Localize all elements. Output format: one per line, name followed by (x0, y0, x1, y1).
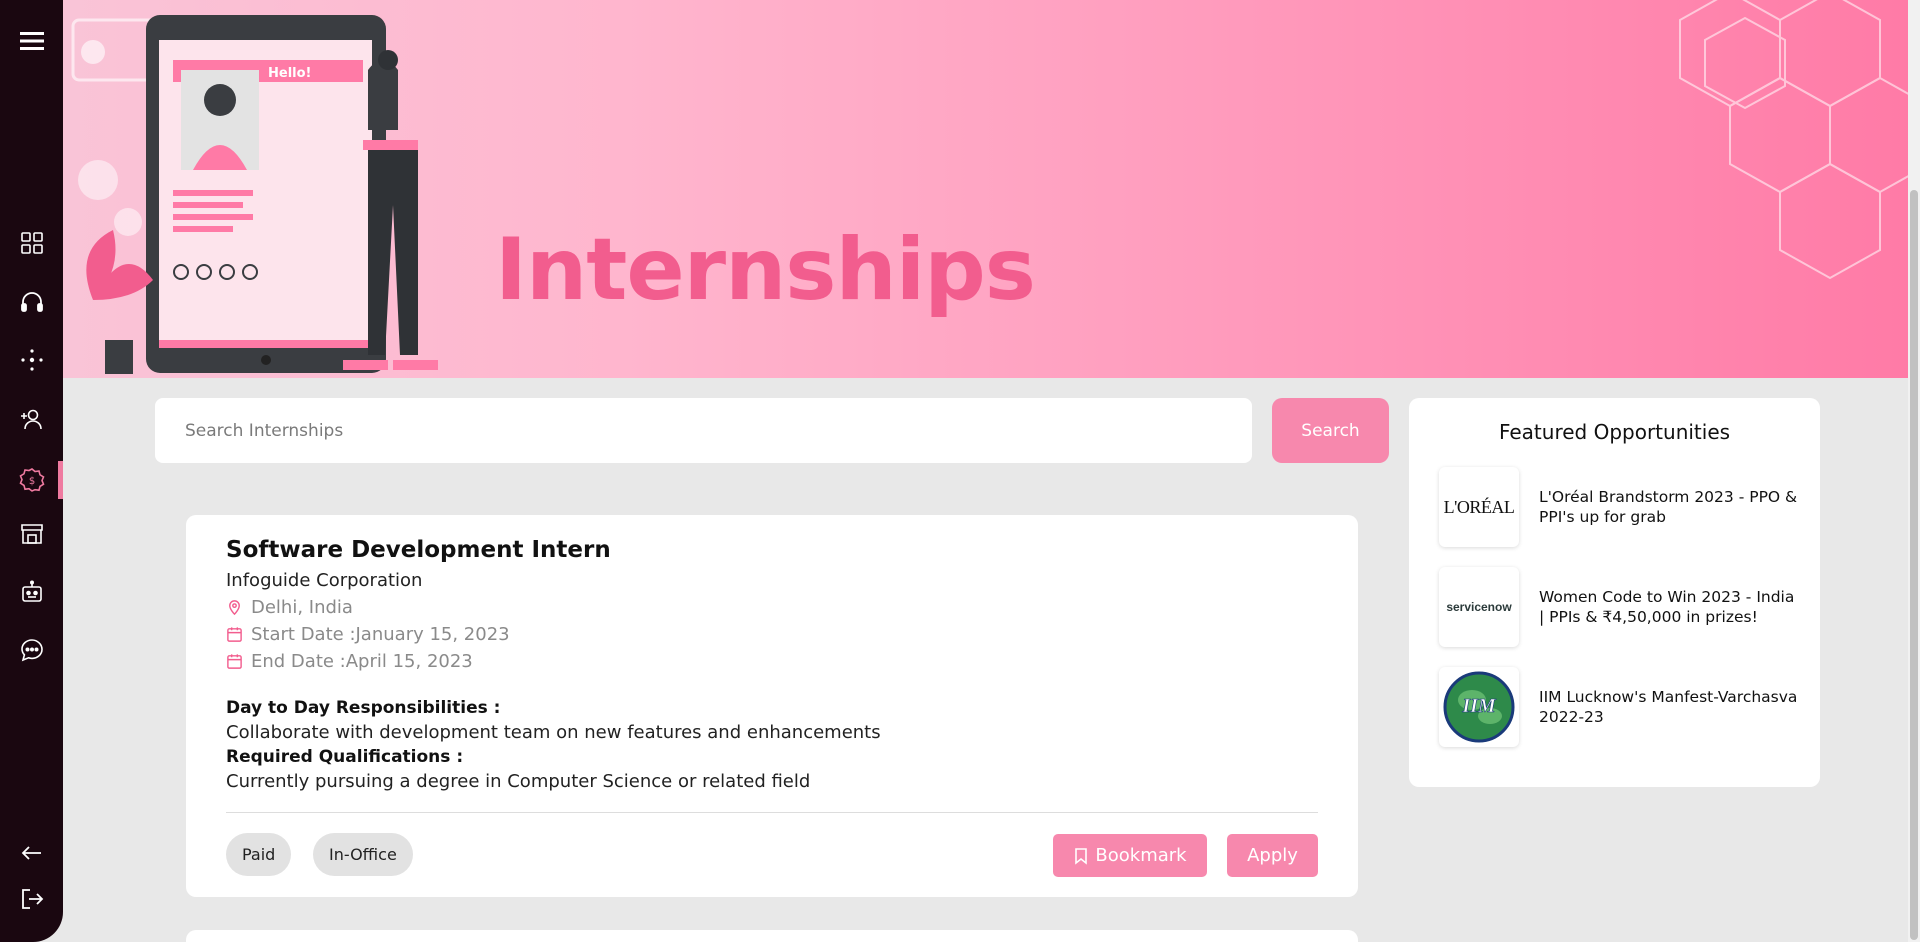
active-indicator (58, 461, 63, 499)
sidebar-item-chat[interactable] (0, 630, 63, 670)
featured-item-title: IIM Lucknow's Manfest-Varchasva 2022-23 (1539, 688, 1798, 726)
hexagon-decoration (1679, 0, 1920, 280)
network-icon (20, 349, 43, 371)
bookmark-label: Bookmark (1095, 845, 1187, 866)
menu-icon (19, 32, 44, 50)
company-name: Infoguide Corporation (226, 570, 423, 591)
tag-paid: Paid (226, 833, 292, 876)
loreal-logo: L'ORÉAL (1439, 467, 1519, 547)
featured-item[interactable]: L'ORÉAL L'Oréal Brandstorm 2023 - PPO & … (1439, 466, 1799, 548)
featured-item[interactable]: servicenow Women Code to Win 2023 - Indi… (1439, 566, 1799, 648)
location-text: Delhi, India (251, 597, 353, 618)
dashboard-icon (20, 232, 43, 254)
logout-button[interactable] (0, 879, 63, 919)
responsibilities-text: Collaborate with development team on new… (226, 722, 881, 743)
start-date-row: Start Date :January 15, 2023 (226, 624, 510, 645)
calendar-icon (227, 654, 242, 669)
featured-opportunities: Featured Opportunities L'ORÉAL L'Oréal B… (1409, 398, 1820, 787)
sidebar-item-support[interactable] (0, 282, 63, 322)
page-title: Internships (495, 220, 1036, 320)
hero-banner: Hello! Internships (63, 0, 1920, 378)
sidebar-item-dashboard[interactable] (0, 223, 63, 263)
sidebar-item-add-user[interactable] (0, 399, 63, 439)
search-input[interactable] (155, 398, 1252, 463)
bookmark-icon (1075, 847, 1088, 865)
back-button[interactable] (0, 833, 63, 873)
iim-lucknow-logo: IIM (1439, 667, 1519, 747)
chat-icon (20, 639, 43, 662)
location-pin-icon (229, 600, 240, 616)
dollar-gear-icon: $ (19, 468, 44, 492)
featured-item-title: Women Code to Win 2023 - India | PPIs & … (1539, 588, 1795, 626)
tag-in-office: In-Office (313, 833, 413, 876)
search-button[interactable]: Search (1272, 398, 1389, 463)
qualifications-label: Required Qualifications : (226, 747, 464, 767)
next-internship-card (186, 930, 1358, 942)
sidebar-item-store[interactable] (0, 514, 63, 554)
featured-heading: Featured Opportunities (1498, 420, 1731, 444)
scrollbar-thumb[interactable] (1910, 190, 1918, 940)
featured-item-title: L'Oréal Brandstorm 2023 - PPO & PPI's up… (1539, 488, 1798, 526)
sidebar-item-finance[interactable]: $ (0, 460, 63, 500)
responsibilities-label: Day to Day Responsibilities : (226, 698, 501, 718)
start-date-text: Start Date :January 15, 2023 (251, 624, 510, 645)
internship-card: Software Development Intern Infoguide Co… (186, 515, 1358, 897)
servicenow-logo: servicenow (1439, 567, 1519, 647)
logout-icon (21, 889, 43, 909)
back-arrow-icon (21, 846, 41, 860)
end-date-text: End Date :April 15, 2023 (251, 651, 473, 672)
svg-text:IIM: IIM (1461, 695, 1497, 717)
calendar-icon (227, 627, 242, 642)
store-icon (20, 524, 43, 544)
scrollbar[interactable] (1908, 0, 1920, 942)
resume-illustration: Hello! (71, 15, 438, 374)
location-row: Delhi, India (226, 597, 353, 618)
bookmark-button[interactable]: Bookmark (1053, 834, 1207, 877)
svg-text:Hello!: Hello! (268, 66, 311, 81)
divider (226, 812, 1318, 813)
robot-icon (21, 580, 42, 602)
headphones-icon (20, 292, 43, 312)
featured-item[interactable]: IIM IIM Lucknow's Manfest-Varchasva 2022… (1439, 666, 1799, 748)
job-title: Software Development Intern (226, 537, 611, 563)
end-date-row: End Date :April 15, 2023 (226, 651, 473, 672)
add-user-icon (20, 409, 42, 430)
menu-button[interactable] (0, 21, 63, 61)
sidebar-item-bot[interactable] (0, 572, 63, 612)
svg-text:$: $ (28, 476, 34, 487)
apply-button[interactable]: Apply (1227, 834, 1318, 877)
sidebar-item-network[interactable] (0, 340, 63, 380)
sidebar: $ (0, 0, 63, 942)
qualifications-text: Currently pursuing a degree in Computer … (226, 771, 811, 792)
